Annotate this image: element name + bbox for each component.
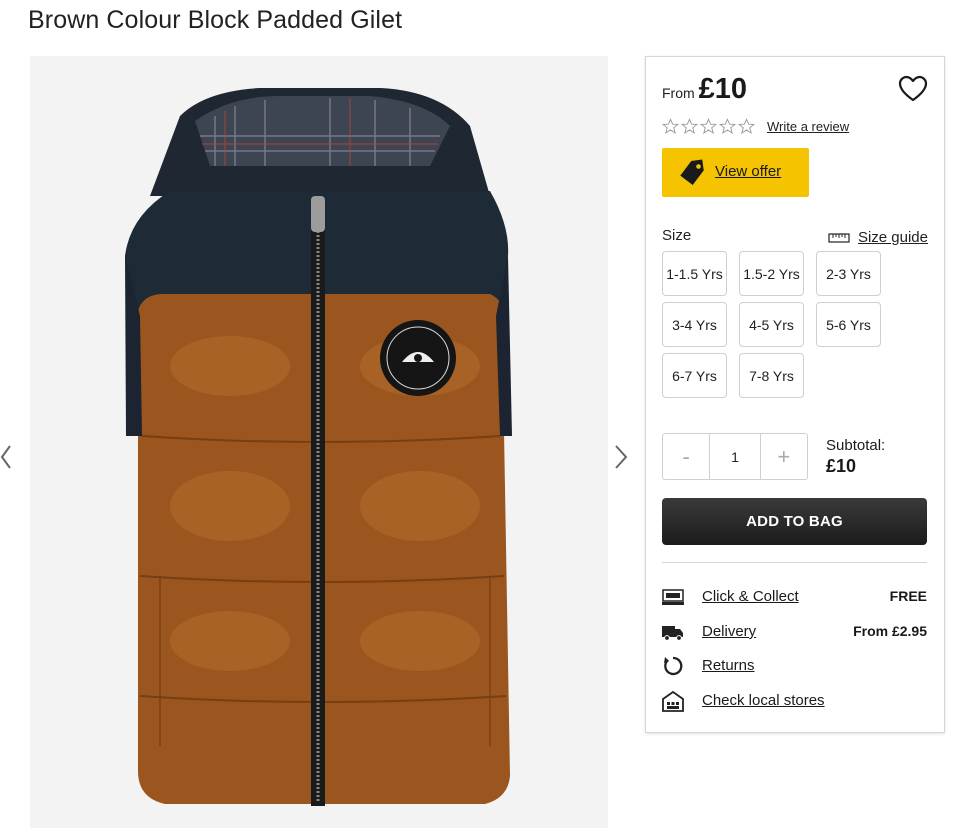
- check-stores-link[interactable]: Check local stores: [702, 692, 825, 709]
- click-collect-value: FREE: [889, 588, 927, 604]
- quantity-decrease-button[interactable]: -: [663, 434, 709, 479]
- returns-link[interactable]: Returns: [702, 657, 755, 674]
- chevron-right-icon: [615, 445, 628, 469]
- rating-stars: [662, 118, 755, 135]
- size-option[interactable]: 2-3 Yrs: [816, 251, 881, 296]
- size-option[interactable]: 4-5 Yrs: [739, 302, 804, 347]
- add-to-bag-button[interactable]: ADD TO BAG: [662, 498, 927, 545]
- view-offer-label: View offer: [715, 163, 782, 180]
- size-guide-link[interactable]: Size guide: [828, 229, 928, 246]
- quantity-input[interactable]: 1: [709, 434, 761, 479]
- purchase-panel: From £10 Write a review View offer Size S…: [645, 56, 945, 733]
- star-icon: [681, 118, 698, 135]
- ruler-icon: [828, 232, 850, 243]
- size-option[interactable]: 1-1.5 Yrs: [662, 251, 727, 296]
- size-option[interactable]: 5-6 Yrs: [816, 302, 881, 347]
- chevron-left-icon: [0, 445, 11, 469]
- price-value: £10: [698, 73, 748, 105]
- product-title: Brown Colour Block Padded Gilet: [28, 6, 403, 34]
- service-returns: Returns: [662, 654, 927, 678]
- store-icon: [662, 690, 684, 712]
- quantity-stepper: - 1 +: [662, 433, 808, 480]
- star-icon: [700, 118, 717, 135]
- size-option[interactable]: 3-4 Yrs: [662, 302, 727, 347]
- price-prefix: From: [662, 85, 695, 101]
- size-option[interactable]: 1.5-2 Yrs: [739, 251, 804, 296]
- service-delivery: Delivery From £2.95: [662, 620, 927, 644]
- gallery-prev-arrow[interactable]: [0, 440, 18, 474]
- star-icon: [662, 118, 679, 135]
- tag-icon: [680, 159, 704, 186]
- delivery-link[interactable]: Delivery: [702, 623, 756, 640]
- star-icon: [719, 118, 736, 135]
- subtotal-label: Subtotal:: [826, 437, 886, 454]
- gallery-next-arrow[interactable]: [612, 440, 630, 474]
- write-review-link[interactable]: Write a review: [767, 119, 849, 134]
- star-icon: [738, 118, 755, 135]
- product-image: [30, 56, 608, 828]
- click-collect-icon: [662, 589, 684, 605]
- delivery-value: From £2.95: [853, 623, 927, 639]
- size-label: Size: [662, 227, 692, 244]
- wishlist-button[interactable]: [898, 75, 928, 103]
- service-click-collect: Click & Collect FREE: [662, 585, 927, 609]
- size-guide-label: Size guide: [857, 229, 928, 246]
- quantity-increase-button[interactable]: +: [761, 434, 807, 479]
- subtotal-value: £10: [826, 456, 857, 476]
- click-collect-link[interactable]: Click & Collect: [702, 588, 799, 605]
- returns-icon: [664, 656, 683, 676]
- view-offer-button[interactable]: View offer: [662, 148, 809, 197]
- size-option[interactable]: 6-7 Yrs: [662, 353, 727, 398]
- divider: [662, 562, 927, 563]
- service-check-stores: Check local stores: [662, 689, 927, 713]
- delivery-truck-icon: [662, 626, 683, 641]
- product-image-gallery: [30, 56, 608, 828]
- subtotal: Subtotal: £10: [826, 437, 885, 477]
- size-option[interactable]: 7-8 Yrs: [739, 353, 804, 398]
- price-row: From £10: [662, 73, 747, 106]
- heart-icon: [898, 75, 928, 102]
